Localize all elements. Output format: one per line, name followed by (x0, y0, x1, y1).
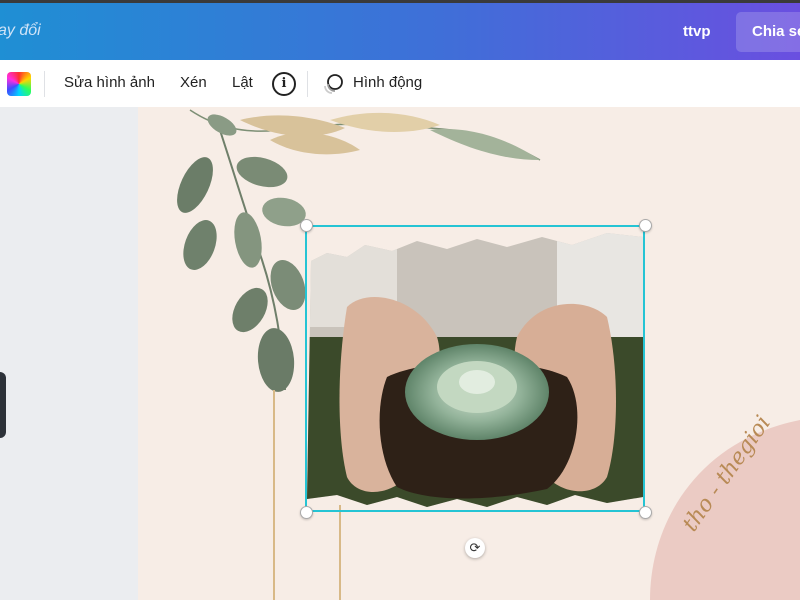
left-panel (0, 107, 138, 600)
animate-button[interactable]: Hình động (353, 74, 422, 91)
animate-icon[interactable] (322, 73, 344, 95)
top-bar: ay đổi ttvp Chia sẻ (0, 0, 800, 60)
user-name-button[interactable]: ttvp (683, 23, 711, 40)
crop-button[interactable]: Xén (180, 74, 207, 91)
share-button[interactable]: Chia sẻ (736, 12, 800, 52)
resize-handle-top-right[interactable] (639, 219, 652, 232)
resize-handle-top-left[interactable] (300, 219, 313, 232)
resize-handle-bottom-left[interactable] (300, 506, 313, 519)
toolbar-divider (307, 71, 308, 97)
editor-toolbar: Sửa hình ảnh Xén Lật i Hình động (0, 60, 800, 108)
color-picker-icon[interactable] (7, 72, 31, 96)
resize-handle-bottom-right[interactable] (639, 506, 652, 519)
rotate-icon[interactable]: ⟳ (465, 538, 485, 558)
panel-collapse-handle[interactable] (0, 372, 6, 438)
edit-image-button[interactable]: Sửa hình ảnh (64, 74, 155, 91)
save-status-text: ay đổi (0, 22, 41, 39)
info-icon[interactable]: i (272, 72, 296, 96)
selection-frame (305, 225, 645, 512)
toolbar-divider (44, 71, 45, 97)
flip-button[interactable]: Lật (232, 74, 253, 91)
